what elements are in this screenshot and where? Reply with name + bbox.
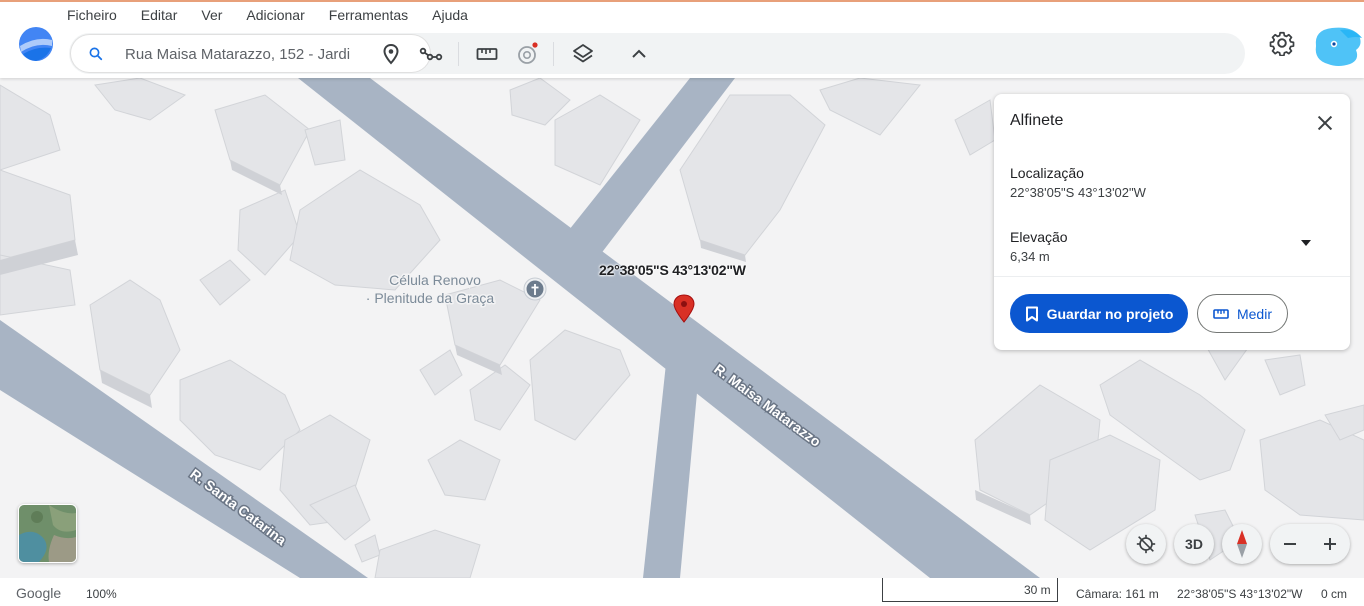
pin-info-panel: Alfinete Localização 22°38'05"S 43°13'02… [994,94,1350,350]
status-bar: Google 100% 30 m Câmara: 161 m 22°38'05"… [0,578,1364,606]
gear-icon[interactable] [1269,30,1295,56]
cursor-coordinates: 22°38'05"S 43°13'02"W [1177,587,1303,601]
minus-icon [1284,543,1296,545]
panel-divider [994,276,1350,277]
menu-bar: Ficheiro Editar Ver Adicionar Ferramenta… [67,7,492,23]
save-to-project-label: Guardar no projeto [1046,305,1174,322]
caret-down-icon[interactable] [1300,239,1312,247]
satellite-layer-thumbnail[interactable] [18,504,77,563]
zoom-controls [1270,524,1350,564]
toggle-3d-button[interactable]: 3D [1174,524,1214,564]
menu-view[interactable]: Ver [201,7,222,23]
save-to-project-button[interactable]: Guardar no projeto [1010,294,1188,333]
pin-coordinate-label: 22°38'05"S 43°13'02"W [599,262,746,278]
poi-label-line1[interactable]: Célula Renovo [388,271,483,290]
menu-help[interactable]: Ajuda [432,7,468,23]
search-toolbar [69,33,1245,74]
zoom-out-button[interactable] [1270,524,1310,564]
chevron-up-icon[interactable] [627,42,651,66]
layers-icon[interactable] [571,42,595,66]
location-label: Localização [1010,165,1084,181]
elevation-readout: 0 cm [1321,587,1348,601]
path-icon[interactable] [419,42,443,66]
plus-icon [1324,538,1336,550]
menu-file[interactable]: Ficheiro [67,7,117,23]
compass-button[interactable] [1222,524,1262,564]
search-box [71,35,430,72]
history-icon[interactable] [515,42,539,66]
compass-icon [1237,530,1247,558]
ruler-icon[interactable] [475,42,499,66]
zoom-percent: 100% [86,587,117,601]
toolbar-divider [553,42,554,66]
pin-icon[interactable] [379,42,403,66]
poi-label-line2[interactable]: · Plenitude da Graça [364,289,496,308]
menu-edit[interactable]: Editar [141,7,178,23]
measure-label: Medir [1236,305,1272,322]
elevation-value: 6,34 m [1010,249,1050,264]
top-bar: Ficheiro Editar Ver Adicionar Ferramenta… [0,0,1364,78]
camera-altitude: Câmara: 161 m [1076,587,1159,601]
bookmark-icon [1025,306,1038,321]
menu-add[interactable]: Adicionar [246,7,304,23]
location-value: 22°38'05"S 43°13'02"W [1010,185,1146,200]
measure-button[interactable]: Medir [1197,294,1288,333]
church-poi-icon[interactable] [523,277,547,301]
avatar[interactable] [1310,20,1364,70]
panel-title: Alfinete [1010,112,1064,129]
menu-tools[interactable]: Ferramentas [329,7,408,23]
elevation-label: Elevação [1010,229,1068,245]
google-brand: Google [16,585,62,601]
google-earth-logo-icon[interactable] [17,26,55,62]
gps-off-button[interactable] [1126,524,1166,564]
toolbar-divider [458,42,459,66]
location-disabled-icon [1136,534,1156,554]
search-icon[interactable] [87,45,105,63]
close-icon[interactable] [1314,112,1336,134]
zoom-in-button[interactable] [1310,524,1350,564]
ruler-icon [1213,308,1229,319]
scale-label: 30 m [1024,583,1051,597]
